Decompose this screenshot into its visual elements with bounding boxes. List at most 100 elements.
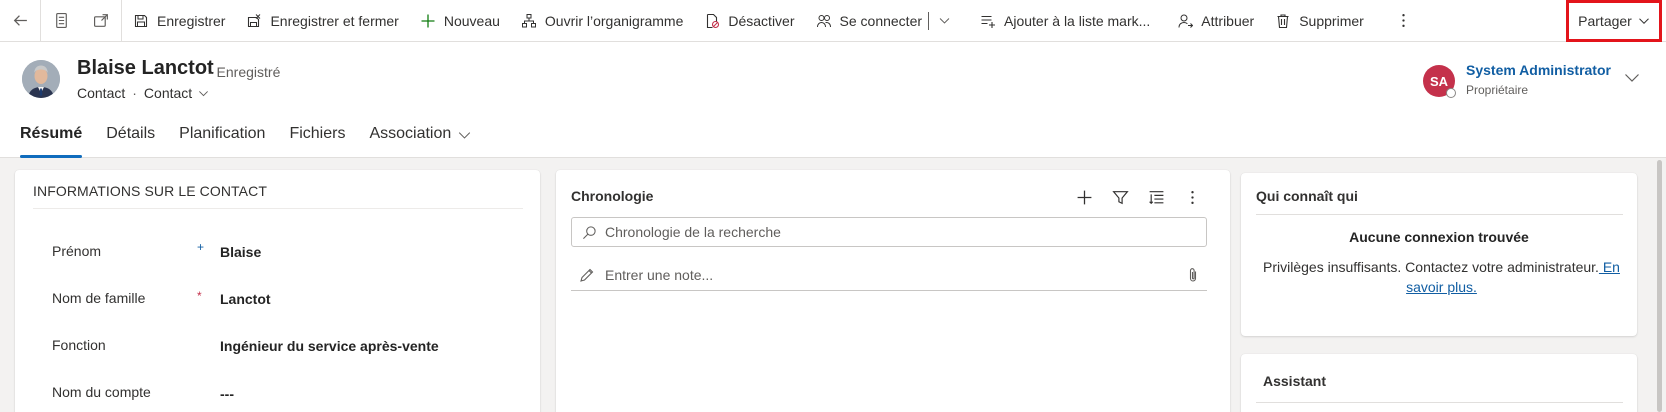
tab-details[interactable]: Détails <box>106 121 155 158</box>
chevron-down-icon <box>939 18 949 24</box>
more-commands-button[interactable] <box>1384 0 1424 42</box>
list-sort-icon <box>1148 190 1163 204</box>
plus-icon <box>419 12 437 30</box>
plus-icon <box>1077 190 1091 204</box>
timeline-section: Chronologie Chronologie de la recherche … <box>556 170 1230 412</box>
who-knows-title: Qui connaît qui <box>1256 188 1358 204</box>
org-chart-icon <box>520 12 538 30</box>
form-selector[interactable]: Contact <box>144 85 192 101</box>
command-bar: Enregistrer Enregistrer et fermer Nouvea… <box>0 0 1666 42</box>
assign-label: Attribuer <box>1201 12 1255 29</box>
chevron-down-icon <box>459 132 471 139</box>
add-marketing-list-label: Ajouter à la liste mark... <box>1004 12 1151 29</box>
expand-header-chevron-icon[interactable] <box>1624 70 1640 86</box>
page-scrollbar[interactable] <box>1657 160 1662 412</box>
filter-button[interactable] <box>1102 186 1138 208</box>
connect-label: Se connecter <box>839 12 923 29</box>
record-entity-breadcrumb: Contact · Contact <box>77 85 209 101</box>
save-and-close-label: Enregistrer et fermer <box>270 12 399 29</box>
assistant-title: Assistant <box>1263 373 1327 389</box>
connect-people-icon <box>815 12 833 30</box>
save-and-close-button[interactable]: Enregistrer et fermer <box>235 0 408 42</box>
share-label: Partager <box>1578 13 1632 29</box>
timeline-actions <box>1066 186 1210 208</box>
new-label: Nouveau <box>443 12 500 29</box>
add-timeline-button[interactable] <box>1066 186 1102 208</box>
chevron-down-icon <box>1638 18 1649 24</box>
connect-more-button[interactable] <box>929 0 959 42</box>
deactivate-label: Désactiver <box>728 12 795 29</box>
save-close-icon <box>245 12 263 30</box>
required-indicator: * <box>197 289 202 303</box>
timeline-more-button[interactable] <box>1174 186 1210 208</box>
save-label: Enregistrer <box>157 12 226 29</box>
tab-association-label: Association <box>369 125 452 142</box>
separator-dot: · <box>132 85 137 101</box>
assign-button[interactable]: Attribuer <box>1166 0 1264 42</box>
owner-name-link[interactable]: System Administrator <box>1466 62 1611 78</box>
privileges-text: Privilèges insuffisants. Contactez votre… <box>1263 259 1599 275</box>
first-name-field[interactable]: Blaise <box>220 244 261 260</box>
trash-icon <box>1274 12 1292 30</box>
share-button[interactable]: Partager <box>1566 0 1662 42</box>
assistant-section: Assistant <box>1241 354 1637 412</box>
form-tabs: Résumé Détails Planification Fichiers As… <box>20 121 495 158</box>
record-name: Blaise Lanctot <box>77 57 214 79</box>
save-icon <box>132 12 150 30</box>
contact-avatar <box>22 60 60 98</box>
tab-association[interactable]: Association <box>369 121 471 158</box>
delete-button[interactable]: Supprimer <box>1264 0 1374 42</box>
attachment-icon[interactable] <box>1185 267 1201 283</box>
record-header: Blaise Lanctot - Enregistré Contact · Co… <box>0 42 1666 158</box>
insufficient-privileges-message: Privilèges insuffisants. Contactez votre… <box>1256 257 1627 297</box>
add-marketing-list-button[interactable]: Ajouter à la liste mark... <box>969 0 1160 42</box>
contact-info-section: INFORMATIONS SUR LE CONTACT Prénom + Bla… <box>15 170 540 412</box>
chevron-down-icon[interactable] <box>198 88 209 99</box>
recommended-indicator: + <box>197 240 205 254</box>
tab-planning[interactable]: Planification <box>179 121 265 158</box>
save-button[interactable]: Enregistrer <box>122 0 235 42</box>
job-title-field[interactable]: Ingénieur du service après-vente <box>220 338 439 354</box>
field-label: Fonction <box>52 337 106 353</box>
new-button[interactable]: Nouveau <box>409 0 510 42</box>
search-icon <box>583 225 596 239</box>
field-label: Prénom <box>52 243 102 259</box>
section-divider <box>1256 402 1623 403</box>
record-status: - Enregistré <box>208 64 281 80</box>
deactivate-icon <box>703 12 721 30</box>
more-vertical-icon <box>1402 14 1405 27</box>
org-chart-label: Ouvrir l’organigramme <box>544 12 684 29</box>
more-vertical-icon <box>1190 190 1194 204</box>
back-button[interactable] <box>0 0 40 42</box>
last-name-field[interactable]: Lanctot <box>220 291 271 307</box>
open-new-window-button[interactable] <box>81 0 121 42</box>
section-title: INFORMATIONS SUR LE CONTACT <box>33 183 267 199</box>
assign-person-icon <box>1176 12 1194 30</box>
deactivate-button[interactable]: Désactiver <box>693 0 804 42</box>
add-list-icon <box>979 12 997 30</box>
timeline-search-input[interactable]: Chronologie de la recherche <box>571 217 1207 247</box>
pencil-icon <box>580 268 594 282</box>
field-label: Nom du compte <box>52 384 151 400</box>
section-divider <box>1256 214 1623 215</box>
field-label: Nom de famille <box>52 290 146 306</box>
note-placeholder: Entrer une note... <box>605 267 714 283</box>
section-divider <box>33 208 523 209</box>
pop-out-icon <box>93 14 108 27</box>
search-placeholder: Chronologie de la recherche <box>605 224 781 240</box>
form-view-button[interactable] <box>41 0 81 42</box>
account-name-field[interactable]: --- <box>220 386 234 402</box>
connect-button[interactable]: Se connecter <box>805 0 940 42</box>
presence-status-icon <box>1446 88 1456 98</box>
tab-resume[interactable]: Résumé <box>20 121 83 158</box>
back-arrow-icon <box>13 15 27 26</box>
org-chart-button[interactable]: Ouvrir l’organigramme <box>510 0 693 42</box>
sort-list-button[interactable] <box>1138 186 1174 208</box>
timeline-title: Chronologie <box>571 188 654 204</box>
filter-icon <box>1111 190 1129 204</box>
note-input[interactable]: Entrer une note... <box>571 260 1207 291</box>
delete-label: Supprimer <box>1299 12 1364 29</box>
no-connection-heading: Aucune connexion trouvée <box>1349 229 1529 245</box>
owner-role-label: Propriétaire <box>1466 83 1529 97</box>
tab-files[interactable]: Fichiers <box>289 121 345 158</box>
